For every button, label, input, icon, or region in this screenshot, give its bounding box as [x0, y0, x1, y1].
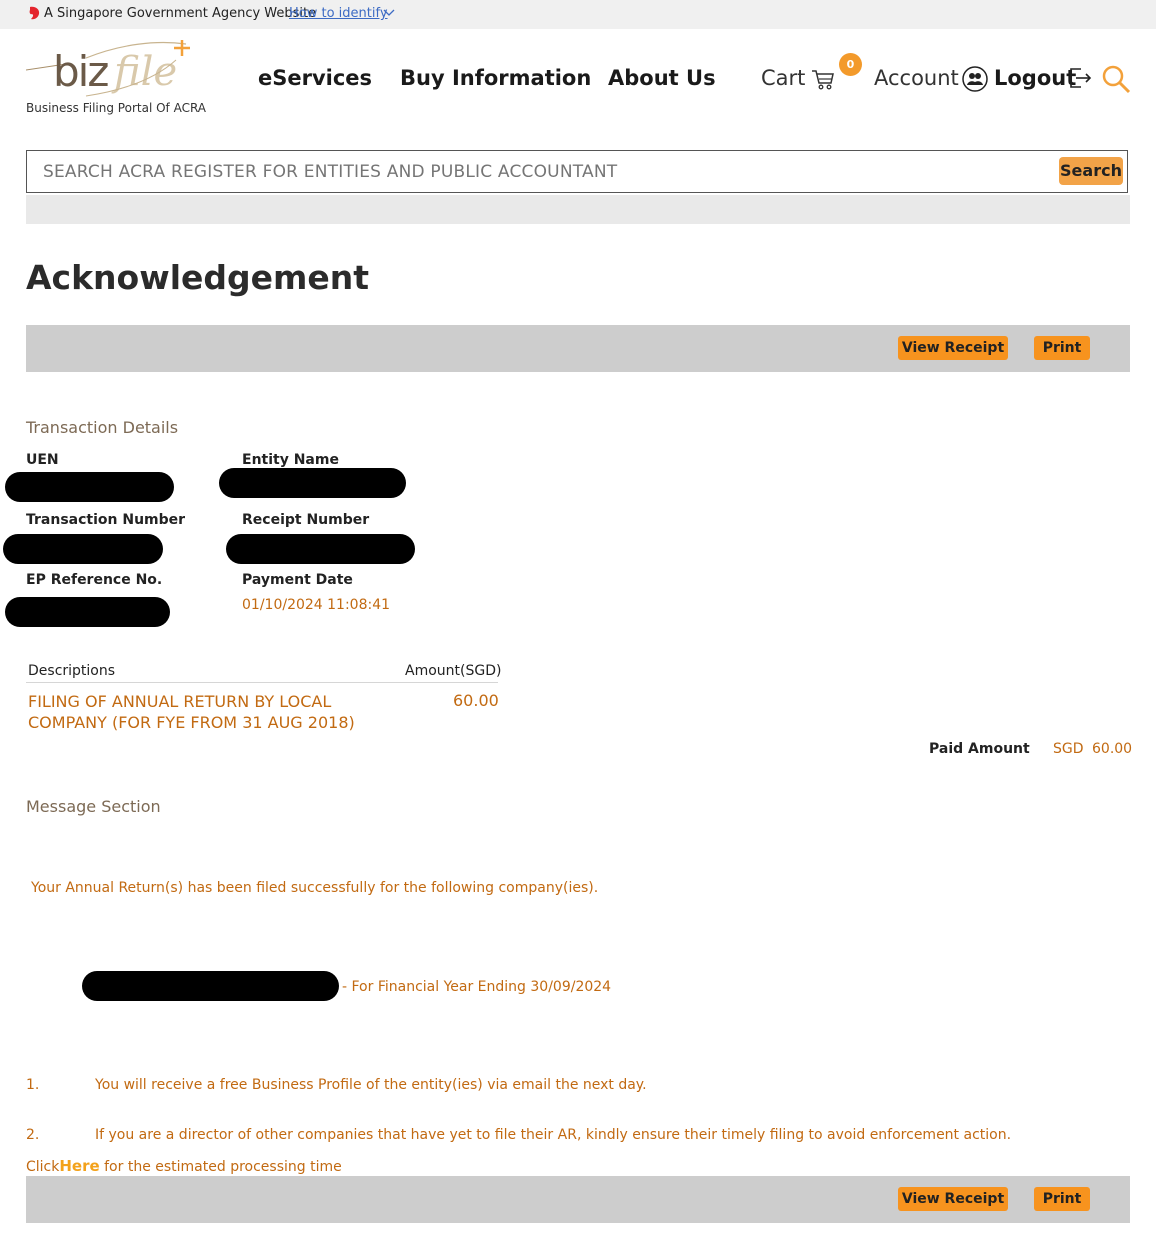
redacted-transaction-number: [3, 534, 163, 564]
table-header-divider: [26, 682, 498, 683]
chevron-down-icon[interactable]: [383, 8, 395, 18]
ep-reference-label: EP Reference No.: [26, 572, 163, 588]
bizfile-logo[interactable]: biz file: [26, 38, 196, 100]
entity-name-label: Entity Name: [242, 452, 339, 468]
paid-amount-value: 60.00: [1092, 741, 1133, 757]
print-button-bottom[interactable]: Print: [1034, 1187, 1090, 1211]
table-row-description: FILING OF ANNUAL RETURN BY LOCAL COMPANY…: [28, 692, 355, 732]
message-section-title: Message Section: [26, 797, 161, 816]
view-receipt-button-top[interactable]: View Receipt: [898, 336, 1008, 360]
here-link[interactable]: Here: [59, 1157, 99, 1175]
register-search-input[interactable]: [43, 162, 1023, 182]
note-text: You will receive a free Business Profile…: [95, 1077, 647, 1093]
nav-account[interactable]: Account: [874, 66, 959, 90]
view-receipt-button-bottom[interactable]: View Receipt: [898, 1187, 1008, 1211]
nav-logout[interactable]: Logout: [994, 66, 1076, 90]
gov-masthead: A Singapore Government Agency Website Ho…: [0, 0, 1156, 29]
paid-amount-label: Paid Amount: [929, 741, 1030, 757]
redacted-company-name: [82, 971, 339, 1001]
cart-icon[interactable]: [811, 68, 835, 90]
click-prefix: Click: [26, 1159, 60, 1175]
payment-date-value: 01/10/2024 11:08:41: [242, 597, 391, 613]
success-message: Your Annual Return(s) has been filed suc…: [31, 880, 599, 896]
redacted-uen: [5, 472, 174, 502]
nav-about-us[interactable]: About Us: [608, 66, 716, 90]
note-text: If you are a director of other companies…: [95, 1127, 1012, 1143]
print-button-top[interactable]: Print: [1034, 336, 1090, 360]
redacted-receipt-number: [226, 534, 415, 564]
cart-count-badge: 0: [839, 53, 862, 76]
transaction-details-title: Transaction Details: [26, 418, 179, 437]
redacted-ep-reference: [5, 597, 170, 627]
payment-date-label: Payment Date: [242, 572, 353, 588]
uen-label: UEN: [26, 452, 59, 468]
redacted-entity-name: [219, 468, 406, 498]
nav-buy-information[interactable]: Buy Information: [400, 66, 591, 90]
note-number: 1.: [26, 1077, 40, 1093]
logo-subtitle: Business Filing Portal Of ACRA: [26, 101, 207, 115]
note-number: 2.: [26, 1127, 40, 1143]
search-button[interactable]: Search: [1059, 157, 1123, 185]
amount-header: Amount(SGD): [405, 663, 502, 679]
page-title: Acknowledgement: [26, 258, 370, 297]
logout-icon[interactable]: [1068, 66, 1092, 90]
click-suffix: for the estimated processing time: [104, 1159, 342, 1175]
lion-head-icon: [29, 6, 40, 20]
search-icon[interactable]: [1101, 64, 1131, 94]
transaction-number-label: Transaction Number: [26, 512, 186, 528]
paid-currency: SGD: [1053, 741, 1084, 757]
fye-text: - For Financial Year Ending 30/09/2024: [342, 979, 612, 995]
processing-time-line: ClickHere for the estimated processing t…: [26, 1157, 342, 1175]
masthead-text: A Singapore Government Agency Website: [44, 6, 317, 21]
descriptions-header: Descriptions: [28, 663, 116, 679]
nav-eservices[interactable]: eServices: [258, 66, 372, 90]
receipt-number-label: Receipt Number: [242, 512, 370, 528]
table-row-amount: 60.00: [453, 691, 499, 710]
svg-text:biz: biz: [53, 47, 108, 96]
search-divider-bar: [26, 195, 1130, 224]
account-icon[interactable]: [962, 66, 988, 92]
nav-cart[interactable]: Cart: [761, 66, 805, 90]
how-to-identify-link[interactable]: How to identify: [289, 6, 388, 21]
